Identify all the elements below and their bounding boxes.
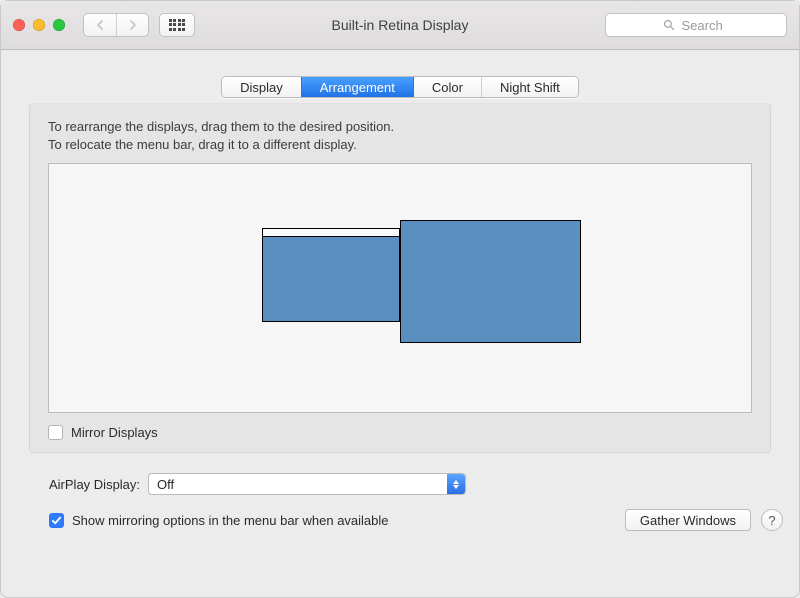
display-secondary[interactable] [400, 220, 581, 343]
search-input[interactable] [680, 17, 730, 34]
titlebar: Built-in Retina Display [1, 1, 799, 50]
airplay-select[interactable]: Off [148, 473, 466, 495]
close-button[interactable] [13, 19, 25, 31]
mirror-options-row: Show mirroring options in the menu bar w… [49, 513, 389, 528]
display-primary[interactable] [262, 228, 400, 322]
search-icon [663, 19, 675, 31]
grid-icon [169, 19, 185, 31]
nav-group [83, 13, 149, 37]
tab-arrangement[interactable]: Arrangement [301, 77, 413, 97]
mirror-displays-checkbox[interactable] [48, 425, 63, 440]
minimize-button[interactable] [33, 19, 45, 31]
help-button[interactable]: ? [761, 509, 783, 531]
chevron-left-icon [95, 20, 105, 30]
instructions-line2: To relocate the menu bar, drag it to a d… [48, 136, 752, 154]
search-field[interactable] [605, 13, 787, 37]
window-controls [13, 19, 65, 31]
chevron-right-icon [128, 20, 138, 30]
display-arrangement-box[interactable] [48, 163, 752, 413]
tab-night-shift[interactable]: Night Shift [481, 77, 578, 97]
tabs-row: Display Arrangement Color Night Shift [1, 76, 799, 98]
check-icon [51, 515, 62, 526]
tabs-segmented-control: Display Arrangement Color Night Shift [221, 76, 579, 98]
menu-bar-indicator[interactable] [263, 229, 399, 237]
airplay-select-value: Off [149, 477, 447, 492]
tab-display[interactable]: Display [222, 77, 301, 97]
instructions: To rearrange the displays, drag them to … [48, 118, 752, 153]
tab-color[interactable]: Color [413, 77, 481, 97]
select-stepper-icon [447, 474, 465, 494]
airplay-label: AirPlay Display: [49, 477, 140, 492]
forward-button[interactable] [116, 14, 148, 36]
arrangement-card: To rearrange the displays, drag them to … [29, 103, 771, 453]
show-all-prefs-button[interactable] [159, 13, 195, 37]
back-button[interactable] [84, 14, 116, 36]
gather-windows-button[interactable]: Gather Windows [625, 509, 751, 531]
bottom-row: Show mirroring options in the menu bar w… [49, 509, 783, 531]
mirror-options-checkbox[interactable] [49, 513, 64, 528]
mirror-displays-row: Mirror Displays [48, 425, 752, 440]
instructions-line1: To rearrange the displays, drag them to … [48, 118, 752, 136]
zoom-button[interactable] [53, 19, 65, 31]
mirror-options-label: Show mirroring options in the menu bar w… [72, 513, 389, 528]
mirror-displays-label: Mirror Displays [71, 425, 158, 440]
airplay-row: AirPlay Display: Off [49, 473, 771, 495]
